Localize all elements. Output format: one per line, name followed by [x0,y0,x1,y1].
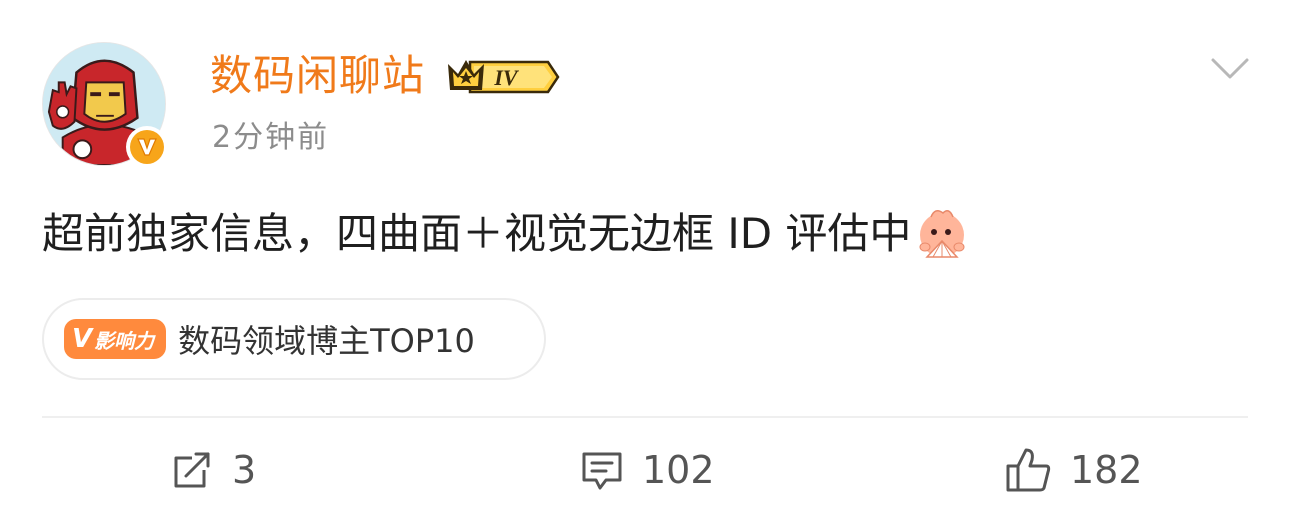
fan-peek-emoji [913,205,971,263]
thumbs-up-icon [1006,448,1051,492]
verified-badge [126,126,168,168]
repost-icon [174,452,210,488]
author-avatar-wrap[interactable] [42,42,168,168]
comment-count: 102 [642,448,715,492]
level-badge[interactable]: IV [444,54,562,100]
weibo-post: 数码闲聊站 IV 2分钟前 超前独家信息，四曲面＋视觉无边框 ID 评估中 V … [0,0,1290,520]
repost-count: 3 [232,448,257,492]
influence-tag-label: 影响力 [94,328,155,353]
post-content-text: 超前独家信息，四曲面＋视觉无边框 ID 评估中 [42,209,912,258]
post-content: 超前独家信息，四曲面＋视觉无边框 ID 评估中 [42,204,971,264]
chevron-down-icon[interactable] [1210,56,1250,82]
influence-tag: V 影响力 [64,319,167,359]
orange-v-verified-icon [130,130,164,164]
like-count: 182 [1070,448,1143,492]
influence-text: 数码领域博主TOP10 [178,322,475,360]
level-text: IV [493,65,520,90]
influence-pill[interactable]: V 影响力 数码领域博主TOP10 [42,298,546,380]
comment-icon [582,452,622,490]
like-button[interactable]: 182 [1004,444,1143,496]
author-name[interactable]: 数码闲聊站 [210,50,425,102]
post-time: 2分钟前 [212,120,330,155]
influence-tag-v: V [72,324,93,354]
crown-level-icon: IV [448,60,560,94]
comment-button[interactable]: 102 [580,444,715,496]
divider [42,416,1248,418]
repost-button[interactable]: 3 [170,444,256,496]
